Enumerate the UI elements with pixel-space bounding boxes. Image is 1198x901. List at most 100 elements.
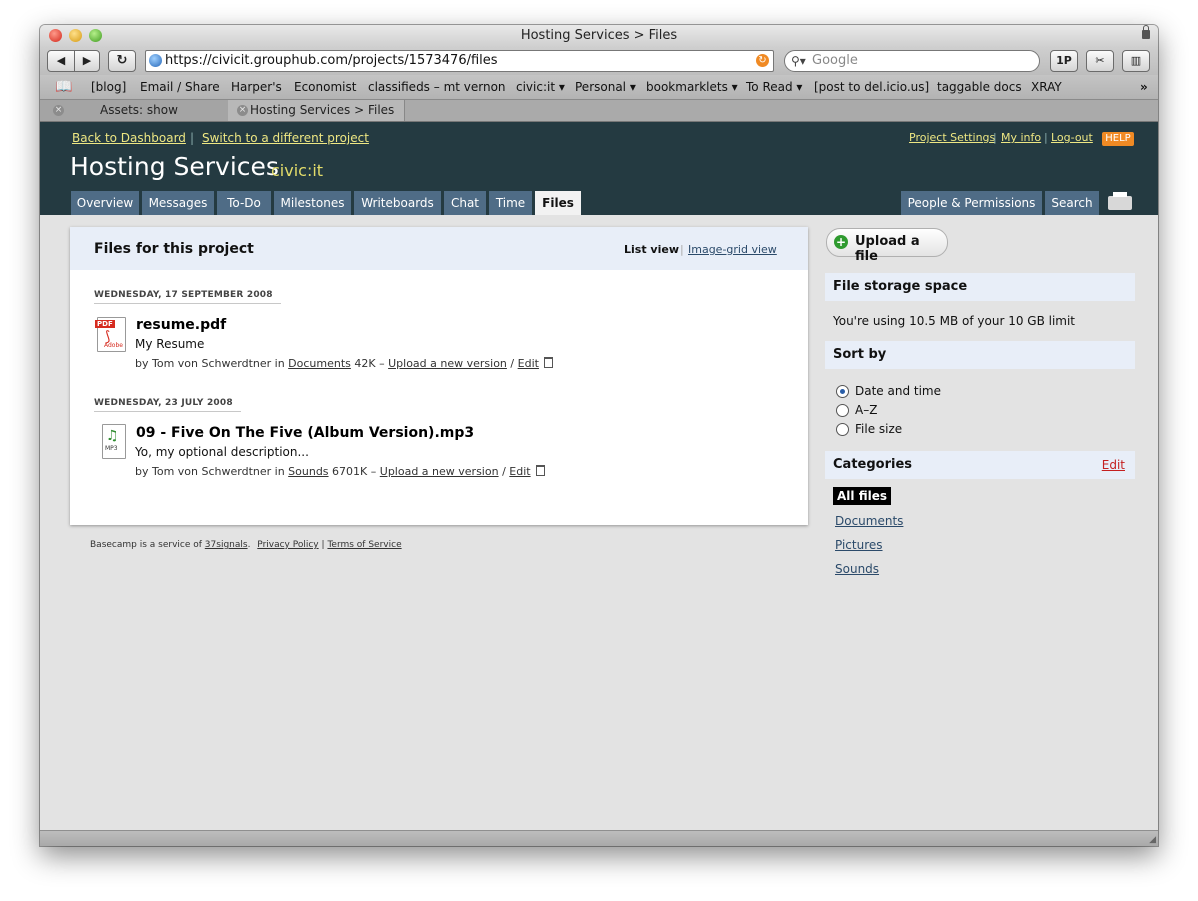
search-field[interactable]: ⚲▾ Google: [784, 50, 1040, 72]
sidebar-toggle-button[interactable]: ▥: [1122, 50, 1150, 72]
edit-categories-link[interactable]: Edit: [1102, 451, 1125, 479]
browser-tab-files[interactable]: × Hosting Services > Files: [228, 100, 405, 121]
bookmark-item[interactable]: civic:it ▾: [516, 75, 565, 99]
meta-separator: /: [502, 465, 506, 478]
bookmark-item[interactable]: Harper's: [231, 75, 282, 99]
terms-of-service-link[interactable]: Terms of Service: [327, 540, 401, 550]
browser-tab-label: Assets: show: [100, 103, 178, 117]
snippet-button[interactable]: ✂: [1086, 50, 1114, 72]
category-documents-link[interactable]: Documents: [835, 514, 903, 528]
bookmark-item[interactable]: Economist: [294, 75, 356, 99]
bookmarks-overflow-icon[interactable]: »: [1140, 75, 1148, 99]
sort-size-radio[interactable]: [836, 423, 849, 436]
category-pictures-link[interactable]: Pictures: [835, 538, 883, 552]
project-settings-link[interactable]: Project Settings: [909, 131, 995, 144]
switch-project-link[interactable]: Switch to a different project: [202, 131, 369, 145]
title-bar: Hosting Services > Files: [40, 25, 1158, 47]
all-files-selected[interactable]: All files: [833, 487, 891, 505]
my-info-link[interactable]: My info: [1001, 131, 1041, 144]
bookmark-item[interactable]: XRAY: [1031, 75, 1062, 99]
categories-heading: Categories Edit: [825, 451, 1135, 479]
file-category-link[interactable]: Documents: [288, 357, 351, 370]
file-size: 6701K –: [332, 465, 377, 478]
bookmark-item[interactable]: [post to del.icio.us]: [814, 75, 929, 99]
resize-grip-icon[interactable]: ◢: [1149, 835, 1156, 845]
tab-time[interactable]: Time: [489, 191, 532, 215]
tab-overview[interactable]: Overview: [71, 191, 139, 215]
company-link[interactable]: 37signals: [205, 540, 248, 550]
minimize-window-button[interactable]: [69, 29, 82, 42]
pdf-file-icon[interactable]: PDF ⟆ Adobe: [95, 317, 126, 352]
file-meta: by Tom von Schwerdtner in Documents 42K …: [135, 357, 554, 370]
sort-date-radio[interactable]: [836, 385, 849, 398]
tab-files[interactable]: Files: [535, 191, 581, 215]
printer-icon[interactable]: [1108, 192, 1132, 210]
edit-file-link[interactable]: Edit: [509, 465, 530, 478]
bookmark-item[interactable]: taggable docs: [937, 75, 1022, 99]
logout-link[interactable]: Log-out: [1051, 131, 1093, 144]
tab-milestones[interactable]: Milestones: [274, 191, 351, 215]
file-size: 42K –: [354, 357, 385, 370]
meta-separator: /: [510, 357, 515, 370]
upload-file-button[interactable]: + Upload a file: [826, 228, 948, 264]
sort-option-label[interactable]: A–Z: [855, 403, 877, 417]
list-view-label: List view: [624, 243, 679, 256]
file-category-link[interactable]: Sounds: [288, 465, 328, 478]
trash-icon[interactable]: [536, 465, 546, 476]
panel-title: Files for this project: [94, 241, 254, 257]
help-button[interactable]: HELP: [1102, 132, 1134, 146]
sort-option-label[interactable]: File size: [855, 422, 902, 436]
privacy-policy-link[interactable]: Privacy Policy: [257, 540, 318, 550]
reload-button[interactable]: ↻: [108, 50, 136, 72]
bookmark-item[interactable]: Personal ▾: [575, 75, 636, 99]
upload-new-version-link[interactable]: Upload a new version: [388, 357, 507, 370]
date-heading: WEDNESDAY, 17 SEPTEMBER 2008: [94, 290, 281, 304]
sort-option-label[interactable]: Date and time: [855, 384, 941, 398]
file-name-link[interactable]: 09 - Five On The Five (Album Version).mp…: [136, 425, 474, 441]
storage-usage-text: You're using 10.5 MB of your 10 GB limit: [833, 314, 1076, 328]
tab-search[interactable]: Search: [1045, 191, 1099, 215]
browser-tab-bar: × Assets: show × Hosting Services > File…: [40, 100, 1158, 122]
close-tab-icon[interactable]: ×: [53, 105, 64, 116]
view-separator: |: [680, 243, 684, 256]
back-to-dashboard-link[interactable]: Back to Dashboard: [72, 131, 186, 145]
trash-icon[interactable]: [544, 357, 554, 368]
stop-icon[interactable]: ↻: [756, 54, 769, 67]
bookmark-item[interactable]: bookmarklets ▾: [646, 75, 738, 99]
globe-icon: [149, 54, 162, 67]
file-meta: by Tom von Schwerdtner in Sounds 6701K –…: [135, 465, 546, 478]
date-heading: WEDNESDAY, 23 JULY 2008: [94, 398, 241, 412]
forward-button[interactable]: ▶: [74, 50, 100, 72]
image-grid-view-link[interactable]: Image-grid view: [688, 243, 777, 256]
back-button[interactable]: ◀: [47, 50, 75, 72]
bookmarks-bar: 📖 [blog] Email / Share Harper's Economis…: [40, 75, 1158, 100]
url-text: https://civicit.grouphub.com/projects/15…: [165, 53, 498, 68]
bookmark-item[interactable]: classifieds – mt vernon: [368, 75, 506, 99]
edit-file-link[interactable]: Edit: [518, 357, 539, 370]
bookmark-item[interactable]: To Read ▾: [746, 75, 802, 99]
sort-az-radio[interactable]: [836, 404, 849, 417]
files-panel: Files for this project List view | Image…: [70, 227, 808, 525]
tab-todo[interactable]: To-Do: [217, 191, 271, 215]
mp3-file-icon[interactable]: ♫ MP3: [102, 424, 126, 459]
file-name-link[interactable]: resume.pdf: [136, 317, 226, 333]
zoom-window-button[interactable]: [89, 29, 102, 42]
tab-chat[interactable]: Chat: [444, 191, 486, 215]
footer-prefix: Basecamp is a service of: [90, 540, 202, 550]
status-bar: ◢: [40, 830, 1158, 846]
tab-messages[interactable]: Messages: [142, 191, 214, 215]
address-bar[interactable]: https://civicit.grouphub.com/projects/15…: [145, 50, 774, 72]
book-icon[interactable]: 📖: [55, 75, 72, 99]
file-author: by Tom von Schwerdtner in: [135, 465, 285, 478]
browser-tab-assets[interactable]: × Assets: show: [40, 100, 229, 121]
close-window-button[interactable]: [49, 29, 62, 42]
tab-writeboards[interactable]: Writeboards: [354, 191, 441, 215]
category-sounds-link[interactable]: Sounds: [835, 562, 879, 576]
bookmark-item[interactable]: [blog]: [91, 75, 126, 99]
upload-new-version-link[interactable]: Upload a new version: [380, 465, 499, 478]
footer: Basecamp is a service of 37signals. Priv…: [90, 540, 402, 550]
bookmark-item[interactable]: Email / Share: [140, 75, 220, 99]
tab-people-permissions[interactable]: People & Permissions: [901, 191, 1042, 215]
close-tab-icon[interactable]: ×: [237, 105, 248, 116]
onepassword-button[interactable]: 1P: [1050, 50, 1078, 72]
